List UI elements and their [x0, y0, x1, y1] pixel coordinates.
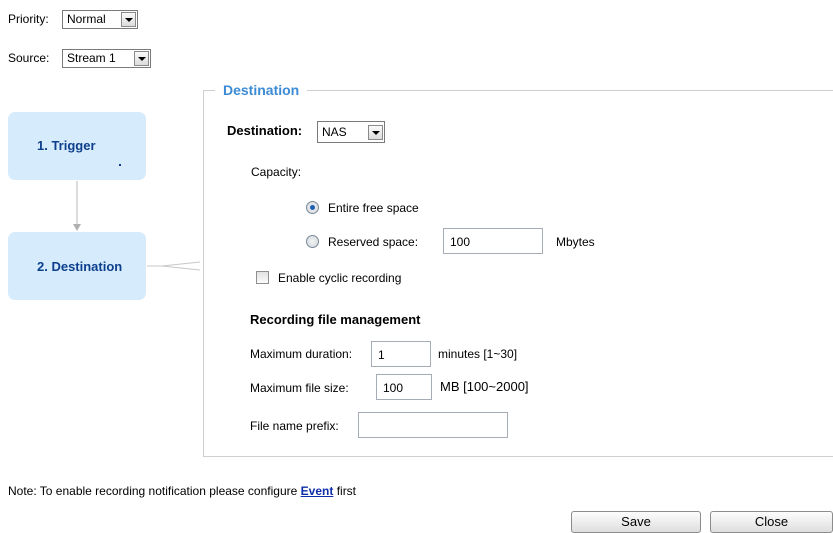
entire-free-space-radio[interactable] — [306, 201, 319, 214]
reserved-space-label: Reserved space: — [328, 235, 419, 249]
reserved-space-unit: Mbytes — [556, 235, 595, 249]
max-duration-value: 1 — [378, 348, 385, 362]
cyclic-recording-label: Enable cyclic recording — [278, 271, 402, 285]
step-destination[interactable]: 2. Destination — [8, 232, 146, 300]
file-management-heading: Recording file management — [250, 312, 421, 327]
file-name-prefix-label: File name prefix: — [250, 419, 339, 433]
capacity-label: Capacity: — [251, 165, 302, 179]
cyclic-recording-checkbox[interactable] — [256, 271, 269, 284]
step-destination-label: 2. Destination — [37, 259, 123, 274]
callout-line — [147, 265, 201, 271]
max-duration-hint: minutes [1~30] — [438, 347, 518, 361]
max-file-size-label: Maximum file size: — [250, 381, 349, 395]
destination-legend: Destination — [215, 82, 308, 98]
max-file-size-hint: MB [100~2000] — [440, 379, 529, 394]
entire-free-space-label: Entire free space — [328, 201, 419, 215]
reserved-space-input[interactable]: 100 — [443, 228, 543, 254]
reserved-space-radio[interactable] — [306, 235, 319, 248]
destination-value: NAS — [322, 125, 347, 139]
save-button[interactable]: Save — [571, 511, 701, 533]
close-button[interactable]: Close — [710, 511, 833, 533]
destination-label: Destination: — [227, 123, 303, 138]
event-link[interactable]: Event — [301, 484, 334, 498]
callout-line — [147, 261, 201, 267]
destination-select[interactable]: NAS — [317, 121, 385, 143]
note-suffix: first — [336, 484, 357, 498]
max-file-size-value: 100 — [383, 381, 404, 395]
chevron-down-icon — [368, 125, 383, 140]
reserved-space-value: 100 — [450, 235, 471, 249]
arrow-down-icon — [73, 224, 81, 231]
max-duration-label: Maximum duration: — [250, 347, 353, 361]
note-prefix: Note: To enable recording notification p… — [8, 484, 298, 498]
max-duration-input[interactable]: 1 — [371, 341, 431, 367]
file-name-prefix-input[interactable] — [358, 412, 508, 438]
note: Note: To enable recording notification p… — [8, 484, 356, 498]
max-file-size-input[interactable]: 100 — [376, 374, 432, 400]
